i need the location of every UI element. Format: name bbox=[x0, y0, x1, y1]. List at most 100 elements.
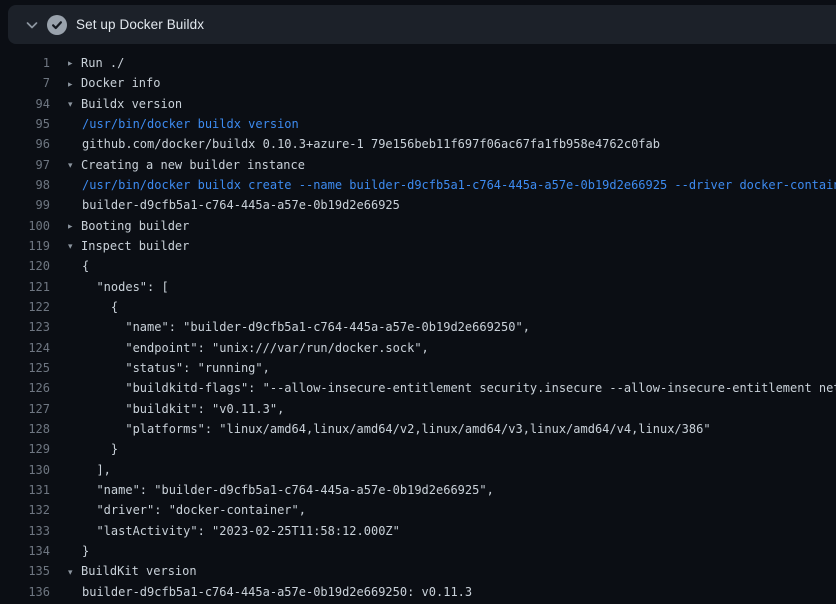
line-number[interactable]: 132 bbox=[0, 503, 50, 517]
line-number[interactable]: 129 bbox=[0, 442, 50, 456]
line-number[interactable]: 127 bbox=[0, 402, 50, 416]
log-text: Buildx version bbox=[81, 97, 182, 111]
group-toggle[interactable]: ▼ Inspect builder bbox=[68, 239, 189, 253]
log-line: 132 "driver": "docker-container", bbox=[0, 500, 836, 520]
log-text: Booting builder bbox=[81, 219, 189, 233]
triangle-down-icon[interactable]: ▼ bbox=[68, 243, 81, 251]
log-line: 94 ▼ Buildx version bbox=[0, 94, 836, 114]
triangle-down-icon[interactable]: ▼ bbox=[68, 568, 81, 576]
log-line: 99 builder-d9cfb5a1-c764-445a-a57e-0b19d… bbox=[0, 195, 836, 215]
chevron-down-icon[interactable] bbox=[24, 17, 40, 33]
line-number[interactable]: 119 bbox=[0, 239, 50, 253]
line-number[interactable]: 135 bbox=[0, 564, 50, 578]
log-line: 131 "name": "builder-d9cfb5a1-c764-445a-… bbox=[0, 480, 836, 500]
line-number[interactable]: 95 bbox=[0, 117, 50, 131]
log-text: "name": "builder-d9cfb5a1-c764-445a-a57e… bbox=[82, 483, 494, 497]
log-lines: 1 ▶ Run ./ 7 ▶ Docker info 94 ▼ Buildx v… bbox=[0, 53, 836, 604]
log-line: 136 builder-d9cfb5a1-c764-445a-a57e-0b19… bbox=[0, 582, 836, 602]
group-toggle[interactable]: ▶ Run ./ bbox=[68, 56, 124, 70]
line-number[interactable]: 131 bbox=[0, 483, 50, 497]
line-number[interactable]: 130 bbox=[0, 463, 50, 477]
line-number[interactable]: 100 bbox=[0, 219, 50, 233]
log-line: 134 } bbox=[0, 541, 836, 561]
log-text: "buildkit": "v0.11.3", bbox=[82, 402, 284, 416]
log-text: "driver": "docker-container", bbox=[82, 503, 306, 517]
log-text: } bbox=[82, 544, 89, 558]
log-line: 128 "platforms": "linux/amd64,linux/amd6… bbox=[0, 419, 836, 439]
log-line: 129 } bbox=[0, 439, 836, 459]
actions-log-viewer: Set up Docker Buildx 1 ▶ Run ./ 7 ▶ Dock… bbox=[0, 0, 836, 604]
log-line: 120 { bbox=[0, 256, 836, 276]
log-text: { bbox=[82, 259, 89, 273]
line-number[interactable]: 136 bbox=[0, 585, 50, 599]
log-line: 133 "lastActivity": "2023-02-25T11:58:12… bbox=[0, 521, 836, 541]
line-number[interactable]: 133 bbox=[0, 524, 50, 538]
log-line: 127 "buildkit": "v0.11.3", bbox=[0, 399, 836, 419]
log-text: ], bbox=[82, 463, 111, 477]
log-text: "name": "builder-d9cfb5a1-c764-445a-a57e… bbox=[82, 320, 530, 334]
log-line: 119 ▼ Inspect builder bbox=[0, 236, 836, 256]
line-number[interactable]: 99 bbox=[0, 198, 50, 212]
line-number[interactable]: 122 bbox=[0, 300, 50, 314]
log-line: 96 github.com/docker/buildx 0.10.3+azure… bbox=[0, 134, 836, 154]
log-line: 130 ], bbox=[0, 460, 836, 480]
group-toggle[interactable]: ▼ BuildKit version bbox=[68, 564, 197, 578]
log-line: 98 /usr/bin/docker buildx create --name … bbox=[0, 175, 836, 195]
log-text: Run ./ bbox=[81, 56, 124, 70]
log-text: BuildKit version bbox=[81, 564, 197, 578]
log-line: 1 ▶ Run ./ bbox=[0, 53, 836, 73]
log-text: "status": "running", bbox=[82, 361, 270, 375]
log-text: builder-d9cfb5a1-c764-445a-a57e-0b19d2e6… bbox=[82, 585, 472, 599]
check-circle-icon bbox=[47, 15, 67, 35]
step-header[interactable]: Set up Docker Buildx bbox=[8, 5, 836, 44]
triangle-right-icon[interactable]: ▶ bbox=[68, 223, 81, 231]
log-text: Creating a new builder instance bbox=[81, 158, 305, 172]
line-number[interactable]: 98 bbox=[0, 178, 50, 192]
log-line: 123 "name": "builder-d9cfb5a1-c764-445a-… bbox=[0, 317, 836, 337]
log-text: { bbox=[82, 300, 118, 314]
line-number[interactable]: 96 bbox=[0, 137, 50, 151]
log-text: /usr/bin/docker buildx create --name bui… bbox=[82, 178, 836, 192]
log-line: 126 "buildkitd-flags": "--allow-insecure… bbox=[0, 378, 836, 398]
triangle-right-icon[interactable]: ▶ bbox=[68, 80, 81, 88]
log-text: /usr/bin/docker buildx version bbox=[82, 117, 299, 131]
group-toggle[interactable]: ▼ Creating a new builder instance bbox=[68, 158, 305, 172]
log-line: 125 "status": "running", bbox=[0, 358, 836, 378]
line-number[interactable]: 128 bbox=[0, 422, 50, 436]
log-text: "endpoint": "unix:///var/run/docker.sock… bbox=[82, 341, 429, 355]
log-line: 97 ▼ Creating a new builder instance bbox=[0, 155, 836, 175]
group-toggle[interactable]: ▶ Booting builder bbox=[68, 219, 189, 233]
line-number[interactable]: 125 bbox=[0, 361, 50, 375]
triangle-down-icon[interactable]: ▼ bbox=[68, 101, 81, 109]
line-number[interactable]: 120 bbox=[0, 259, 50, 273]
log-text: "buildkitd-flags": "--allow-insecure-ent… bbox=[82, 381, 836, 395]
log-line: 7 ▶ Docker info bbox=[0, 73, 836, 93]
line-number[interactable]: 1 bbox=[0, 56, 50, 70]
log-line: 100 ▶ Booting builder bbox=[0, 216, 836, 236]
line-number[interactable]: 94 bbox=[0, 97, 50, 111]
log-text: } bbox=[82, 442, 118, 456]
group-toggle[interactable]: ▶ Docker info bbox=[68, 76, 160, 90]
line-number[interactable]: 134 bbox=[0, 544, 50, 558]
log-text: github.com/docker/buildx 0.10.3+azure-1 … bbox=[82, 137, 660, 151]
line-number[interactable]: 121 bbox=[0, 280, 50, 294]
log-line: 121 "nodes": [ bbox=[0, 277, 836, 297]
log-text: "nodes": [ bbox=[82, 280, 169, 294]
log-text: builder-d9cfb5a1-c764-445a-a57e-0b19d2e6… bbox=[82, 198, 400, 212]
log-line: 122 { bbox=[0, 297, 836, 317]
line-number[interactable]: 126 bbox=[0, 381, 50, 395]
log-line: 135 ▼ BuildKit version bbox=[0, 561, 836, 581]
group-toggle[interactable]: ▼ Buildx version bbox=[68, 97, 182, 111]
log-text: "platforms": "linux/amd64,linux/amd64/v2… bbox=[82, 422, 711, 436]
triangle-down-icon[interactable]: ▼ bbox=[68, 162, 81, 170]
step-title: Set up Docker Buildx bbox=[76, 17, 204, 32]
line-number[interactable]: 124 bbox=[0, 341, 50, 355]
triangle-right-icon[interactable]: ▶ bbox=[68, 60, 81, 68]
line-number[interactable]: 97 bbox=[0, 158, 50, 172]
log-text: "lastActivity": "2023-02-25T11:58:12.000… bbox=[82, 524, 400, 538]
log-text: Inspect builder bbox=[81, 239, 189, 253]
line-number[interactable]: 7 bbox=[0, 76, 50, 90]
line-number[interactable]: 123 bbox=[0, 320, 50, 334]
log-line: 124 "endpoint": "unix:///var/run/docker.… bbox=[0, 338, 836, 358]
log-line: 95 /usr/bin/docker buildx version bbox=[0, 114, 836, 134]
